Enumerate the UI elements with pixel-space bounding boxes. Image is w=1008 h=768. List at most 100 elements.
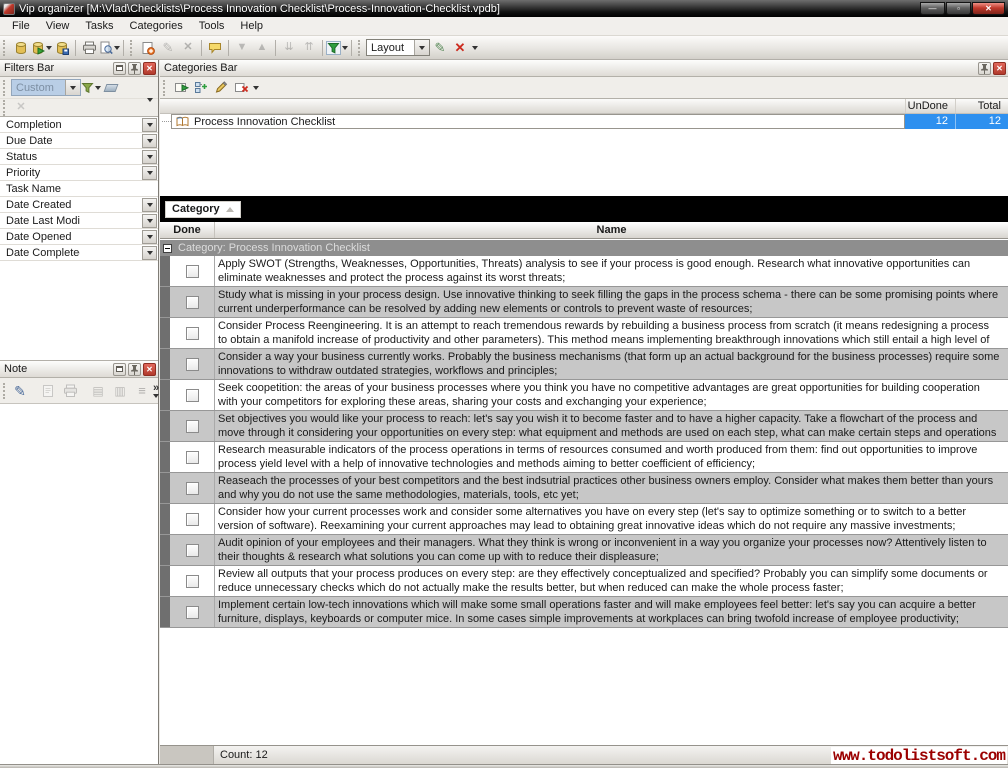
note-float-button[interactable]: [113, 363, 126, 376]
category-name-box[interactable]: Process Innovation Checklist: [171, 114, 905, 129]
task-row[interactable]: Reaseach the processes of your best comp…: [160, 473, 1008, 504]
task-row[interactable]: Implement certain low-tech innovations w…: [160, 597, 1008, 628]
filter-dropdown-icon[interactable]: [342, 46, 348, 50]
note-content[interactable]: [0, 404, 158, 734]
menu-view[interactable]: View: [38, 18, 78, 34]
task-row[interactable]: Audit opinion of your employees and thei…: [160, 535, 1008, 566]
toolbar-grip[interactable]: [3, 80, 7, 96]
menu-categories[interactable]: Categories: [122, 18, 191, 34]
menu-file[interactable]: File: [4, 18, 38, 34]
edit-task-icon[interactable]: ✎: [158, 38, 178, 58]
filter-dropdown-button[interactable]: [142, 166, 157, 180]
save-layout-icon[interactable]: ✎: [430, 38, 450, 58]
categories-pin-button[interactable]: [978, 62, 991, 75]
toolbar-grip[interactable]: [358, 40, 362, 56]
note-pin-button[interactable]: [128, 363, 141, 376]
close-button[interactable]: ✕: [972, 2, 1005, 15]
filters-float-button[interactable]: [113, 62, 126, 75]
collapse-icon[interactable]: [163, 244, 172, 253]
task-row[interactable]: Research measurable indicators of the pr…: [160, 442, 1008, 473]
note-edit-icon[interactable]: ✎: [9, 380, 31, 402]
task-checkbox[interactable]: [186, 451, 199, 464]
task-checkbox[interactable]: [186, 327, 199, 340]
new-database-icon[interactable]: [11, 38, 31, 58]
task-row[interactable]: Set objectives you would like your proce…: [160, 411, 1008, 442]
custom-filter-dropdown-icon[interactable]: [65, 80, 80, 95]
categories-close-button[interactable]: ✕: [993, 62, 1006, 75]
toolbar-grip[interactable]: [130, 40, 134, 56]
task-row[interactable]: Study what is missing in your process de…: [160, 287, 1008, 318]
filter-value-cell[interactable]: [80, 133, 142, 148]
note-print-icon[interactable]: [59, 380, 81, 402]
new-task-icon[interactable]: [138, 38, 158, 58]
new-subcategory-icon[interactable]: [191, 78, 211, 98]
move-up-icon[interactable]: ▲: [252, 38, 272, 58]
task-checkbox[interactable]: [186, 606, 199, 619]
layout-combobox-dropdown-icon[interactable]: [414, 40, 429, 55]
filter-value-cell[interactable]: [80, 149, 142, 164]
filter-dropdown-button[interactable]: [142, 118, 157, 132]
task-checkbox[interactable]: [186, 575, 199, 588]
note-list-icon[interactable]: ≡: [131, 380, 153, 402]
filters-close-button[interactable]: ✕: [143, 62, 156, 75]
note-new-document-icon[interactable]: [37, 380, 59, 402]
filter-value-cell[interactable]: [80, 229, 142, 244]
name-column-header[interactable]: Name: [215, 222, 1008, 238]
task-row[interactable]: Seek coopetition: the areas of your busi…: [160, 380, 1008, 411]
delete-task-icon[interactable]: ✕: [178, 38, 198, 58]
task-checkbox[interactable]: [186, 544, 199, 557]
note-align-right-icon[interactable]: ▥: [109, 380, 131, 402]
done-column-header[interactable]: Done: [160, 222, 215, 238]
filter-value-cell[interactable]: [80, 197, 142, 212]
custom-filter-combobox[interactable]: Custom: [11, 79, 81, 96]
task-checkbox[interactable]: [186, 265, 199, 278]
move-down-icon[interactable]: ▼: [232, 38, 252, 58]
open-database-icon[interactable]: [31, 38, 52, 58]
move-top-icon[interactable]: ⇈: [299, 38, 319, 58]
filters-pin-button[interactable]: [128, 62, 141, 75]
edit-category-icon[interactable]: [211, 78, 231, 98]
task-row[interactable]: Consider a way your business currently w…: [160, 349, 1008, 380]
filters-overflow-icon[interactable]: [147, 98, 153, 114]
comment-icon[interactable]: [205, 38, 225, 58]
toolbar-grip[interactable]: [3, 40, 7, 56]
note-align-left-icon[interactable]: ▤: [87, 380, 109, 402]
maximize-button[interactable]: ▫: [946, 2, 971, 15]
toolbar-overflow-icon[interactable]: [472, 46, 478, 50]
category-group-row[interactable]: Category: Process Innovation Checklist: [160, 240, 1008, 256]
task-checkbox[interactable]: [186, 358, 199, 371]
task-row[interactable]: Apply SWOT (Strengths, Weaknesses, Oppor…: [160, 256, 1008, 287]
task-checkbox[interactable]: [186, 389, 199, 402]
menu-tasks[interactable]: Tasks: [77, 18, 121, 34]
note-overflow-icon[interactable]: »: [153, 383, 159, 394]
group-by-category-button[interactable]: Category: [165, 201, 241, 218]
filter-dropdown-button[interactable]: [142, 246, 157, 260]
menu-help[interactable]: Help: [232, 18, 271, 34]
toolbar-grip[interactable]: [3, 100, 7, 116]
undone-column-header[interactable]: UnDone: [905, 99, 955, 113]
apply-filter-icon[interactable]: [81, 78, 101, 98]
task-checkbox[interactable]: [186, 296, 199, 309]
toolbar-grip[interactable]: [163, 80, 167, 96]
filter-icon[interactable]: [326, 38, 348, 58]
task-row[interactable]: Consider Process Reengineering. It is an…: [160, 318, 1008, 349]
total-column-header[interactable]: Total: [955, 99, 1008, 113]
minimize-button[interactable]: —: [920, 2, 945, 15]
filter-dropdown-button[interactable]: [142, 198, 157, 212]
filter-value-cell[interactable]: [80, 213, 142, 228]
print-icon[interactable]: [79, 38, 99, 58]
menu-tools[interactable]: Tools: [191, 18, 233, 34]
task-checkbox[interactable]: [186, 513, 199, 526]
task-checkbox[interactable]: [186, 482, 199, 495]
print-preview-icon[interactable]: [99, 38, 120, 58]
new-category-icon[interactable]: [171, 78, 191, 98]
note-close-button[interactable]: ✕: [143, 363, 156, 376]
task-checkbox[interactable]: [186, 420, 199, 433]
filter-value-cell[interactable]: [80, 117, 142, 132]
toolbar-grip[interactable]: [3, 383, 5, 399]
clear-filter-eraser-icon[interactable]: [101, 78, 121, 98]
note-overflow-dropdown-icon[interactable]: [153, 394, 159, 398]
move-bottom-icon[interactable]: ⇊: [279, 38, 299, 58]
task-row[interactable]: Review all outputs that your process pro…: [160, 566, 1008, 597]
filter-value-cell[interactable]: [80, 165, 142, 180]
